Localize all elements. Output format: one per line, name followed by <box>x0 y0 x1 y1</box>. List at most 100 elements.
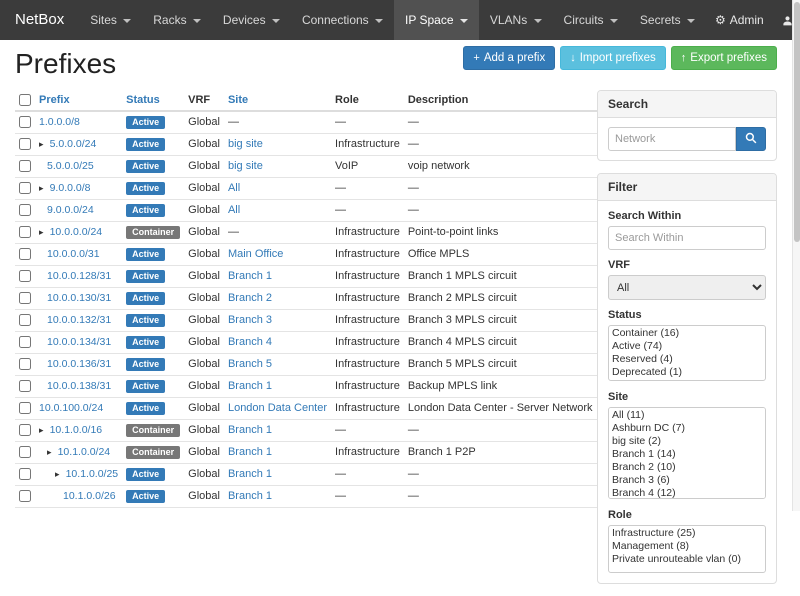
site-link[interactable]: Branch 2 <box>228 292 272 304</box>
prefix-link[interactable]: 10.0.0.138/31 <box>47 380 111 392</box>
row-checkbox[interactable] <box>19 358 31 370</box>
row-checkbox[interactable] <box>19 270 31 282</box>
row-checkbox[interactable] <box>19 446 31 458</box>
filter-option[interactable]: Reserved (4) <box>610 353 764 366</box>
vrf-select[interactable]: All <box>608 275 766 300</box>
row-checkbox[interactable] <box>19 182 31 194</box>
row-checkbox[interactable] <box>19 292 31 304</box>
row-checkbox[interactable] <box>19 138 31 150</box>
expand-caret-icon[interactable]: ▸ <box>39 227 44 237</box>
site-link[interactable]: Branch 4 <box>228 336 272 348</box>
nav-admin[interactable]: ⚙ Admin <box>706 0 773 40</box>
site-link[interactable]: Branch 1 <box>228 380 272 392</box>
filter-option[interactable]: Infrastructure (25) <box>610 527 764 540</box>
nav-item-ip-space[interactable]: IP Space <box>394 0 479 40</box>
row-checkbox[interactable] <box>19 336 31 348</box>
nav-item-racks[interactable]: Racks <box>142 0 212 40</box>
header-role[interactable]: Role <box>331 90 404 111</box>
filter-option[interactable]: big site (2) <box>610 435 764 448</box>
header-site[interactable]: Site <box>224 90 331 111</box>
nav-item-connections[interactable]: Connections <box>291 0 394 40</box>
header-status[interactable]: Status <box>122 90 184 111</box>
search-button[interactable] <box>736 127 766 151</box>
site-link[interactable]: big site <box>228 138 263 150</box>
filter-option[interactable]: Ashburn DC (7) <box>610 422 764 435</box>
filter-option[interactable]: Branch 2 (10) <box>610 461 764 474</box>
row-checkbox[interactable] <box>19 204 31 216</box>
filter-option[interactable]: Branch 4 (12) <box>610 487 764 499</box>
row-checkbox[interactable] <box>19 402 31 414</box>
filter-option[interactable]: Branch 3 (6) <box>610 474 764 487</box>
role-filter-list[interactable]: Infrastructure (25)Management (8)Private… <box>608 525 766 573</box>
expand-caret-icon[interactable]: ▸ <box>39 183 44 193</box>
expand-caret-icon[interactable]: ▸ <box>55 469 60 479</box>
prefix-link[interactable]: 5.0.0.0/25 <box>47 160 94 172</box>
site-link[interactable]: London Data Center <box>228 402 327 414</box>
row-checkbox[interactable] <box>19 160 31 172</box>
site-link[interactable]: All <box>228 204 240 216</box>
filter-option[interactable]: All (11) <box>610 409 764 422</box>
add-prefix-button[interactable]: + Add a prefix <box>463 46 555 70</box>
expand-caret-icon[interactable]: ▸ <box>39 139 44 149</box>
filter-option[interactable]: Private unrouteable vlan (0) <box>610 553 764 566</box>
expand-caret-icon[interactable]: ▸ <box>39 425 44 435</box>
prefix-link[interactable]: 10.0.0.132/31 <box>47 314 111 326</box>
status-filter-list[interactable]: Container (16)Active (74)Reserved (4)Dep… <box>608 325 766 381</box>
site-link[interactable]: Branch 1 <box>228 446 272 458</box>
site-link[interactable]: Branch 1 <box>228 270 272 282</box>
nav-item-secrets[interactable]: Secrets <box>629 0 706 40</box>
select-all-checkbox[interactable] <box>19 94 31 106</box>
prefix-link[interactable]: 9.0.0.0/8 <box>50 182 91 194</box>
row-checkbox[interactable] <box>19 380 31 392</box>
prefix-link[interactable]: 10.0.100.0/24 <box>39 402 103 414</box>
search-input[interactable] <box>608 127 736 151</box>
prefix-link[interactable]: 10.1.0.0/25 <box>66 468 119 480</box>
header-vrf[interactable]: VRF <box>184 90 224 111</box>
site-filter-list[interactable]: All (11)Ashburn DC (7)big site (2)Branch… <box>608 407 766 499</box>
page-scrollbar-thumb[interactable] <box>794 2 800 242</box>
site-link[interactable]: Branch 1 <box>228 468 272 480</box>
site-link[interactable]: big site <box>228 160 263 172</box>
prefix-link[interactable]: 10.0.0.128/31 <box>47 270 111 282</box>
prefix-link[interactable]: 9.0.0.0/24 <box>47 204 94 216</box>
filter-option[interactable]: Branch 1 (14) <box>610 448 764 461</box>
filter-option[interactable]: Management (8) <box>610 540 764 553</box>
site-link[interactable]: Branch 1 <box>228 490 272 502</box>
prefix-link[interactable]: 10.0.0.134/31 <box>47 336 111 348</box>
filter-option[interactable]: Deprecated (1) <box>610 366 764 379</box>
site-link[interactable]: Branch 3 <box>228 314 272 326</box>
import-prefixes-button[interactable]: ↓ Import prefixes <box>560 46 666 70</box>
page-scrollbar[interactable] <box>792 0 800 511</box>
site-link[interactable]: All <box>228 182 240 194</box>
site-link[interactable]: Branch 5 <box>228 358 272 370</box>
nav-item-sites[interactable]: Sites <box>79 0 142 40</box>
row-checkbox[interactable] <box>19 226 31 238</box>
prefix-link[interactable]: 10.0.0.0/31 <box>47 248 100 260</box>
prefix-link[interactable]: 1.0.0.0/8 <box>39 116 80 128</box>
prefix-link[interactable]: 10.0.0.130/31 <box>47 292 111 304</box>
row-checkbox[interactable] <box>19 314 31 326</box>
site-link[interactable]: Main Office <box>228 248 283 260</box>
prefix-link[interactable]: 10.1.0.0/24 <box>58 446 111 458</box>
row-checkbox[interactable] <box>19 468 31 480</box>
expand-caret-icon[interactable]: ▸ <box>47 447 52 457</box>
nav-item-vlans[interactable]: VLANs <box>479 0 553 40</box>
brand[interactable]: NetBox <box>0 0 79 40</box>
prefix-link[interactable]: 10.1.0.0/26 <box>63 490 116 502</box>
prefix-link[interactable]: 5.0.0.0/24 <box>50 138 97 150</box>
filter-option[interactable]: Active (74) <box>610 340 764 353</box>
filter-option[interactable]: Container (16) <box>610 327 764 340</box>
nav-item-circuits[interactable]: Circuits <box>553 0 629 40</box>
site-link[interactable]: Branch 1 <box>228 424 272 436</box>
row-checkbox[interactable] <box>19 116 31 128</box>
row-checkbox[interactable] <box>19 424 31 436</box>
prefix-link[interactable]: 10.0.0.0/24 <box>50 226 103 238</box>
export-prefixes-button[interactable]: ↑ Export prefixes <box>671 46 777 70</box>
header-prefix[interactable]: Prefix <box>35 90 122 111</box>
prefix-link[interactable]: 10.1.0.0/16 <box>50 424 103 436</box>
row-checkbox[interactable] <box>19 490 31 502</box>
prefix-link[interactable]: 10.0.0.136/31 <box>47 358 111 370</box>
search-within-input[interactable] <box>608 226 766 250</box>
row-checkbox[interactable] <box>19 248 31 260</box>
nav-item-devices[interactable]: Devices <box>212 0 291 40</box>
